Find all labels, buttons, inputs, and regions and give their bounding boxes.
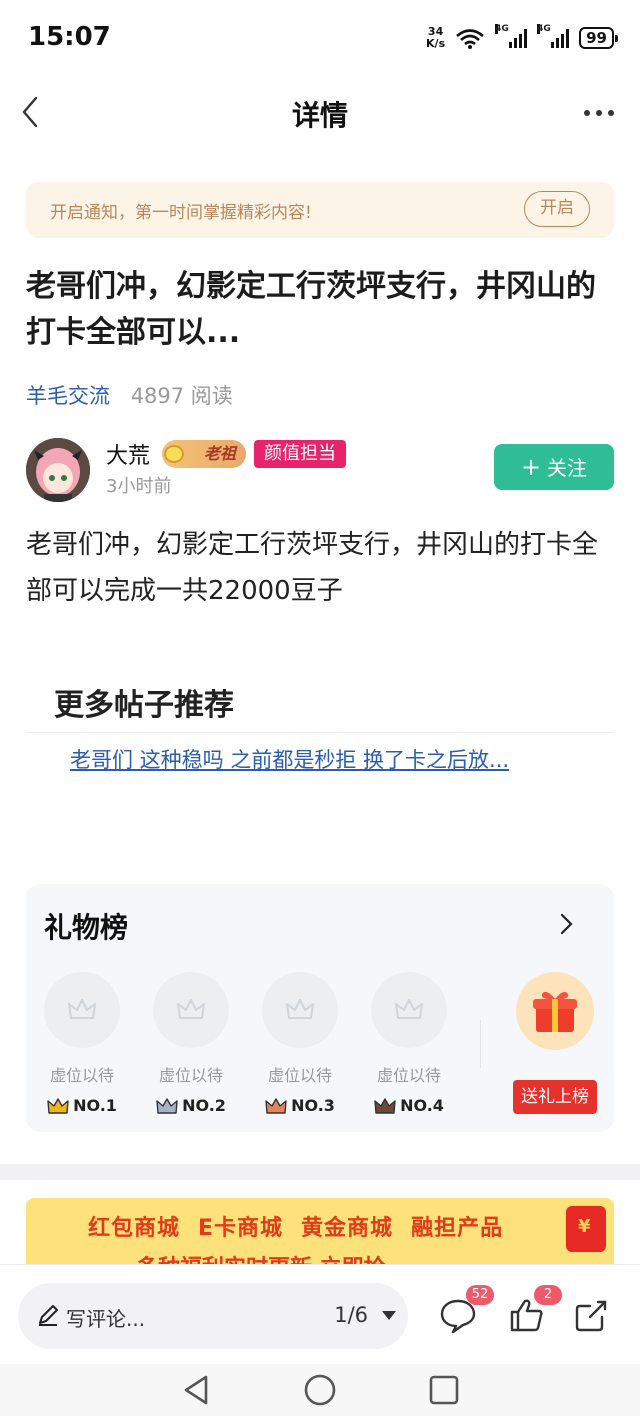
crown-outline-icon	[286, 999, 314, 1019]
rank-label: NO.3	[262, 1096, 338, 1115]
empty-slot	[153, 972, 229, 1048]
ad-items: 红包商城 E卡商城 黄金商城 融担产品	[88, 1210, 503, 1242]
signal-icon: 4G	[495, 24, 528, 48]
post-time: 3小时前	[106, 476, 172, 497]
comment-placeholder: 写评论...	[66, 1307, 146, 1331]
ad-item: 融担产品	[411, 1216, 504, 1241]
rank-label: NO.4	[371, 1096, 447, 1115]
empty-slot	[262, 972, 338, 1048]
gift-icon[interactable]	[516, 972, 594, 1050]
follow-button[interactable]: + 关注	[494, 444, 614, 490]
section-separator	[0, 1164, 640, 1180]
gift-board-title: 礼物榜	[44, 911, 129, 944]
notification-banner: 开启通知，第一时间掌握精彩内容! 开启	[26, 182, 614, 238]
more-posts-heading: 更多帖子推荐	[54, 688, 234, 723]
crown-gold-icon	[47, 1097, 69, 1114]
recents-square-icon[interactable]	[426, 1372, 462, 1408]
author-row: 大荒 老祖 颜值担当 3小时前 + 关注	[26, 436, 614, 506]
chevron-right-icon[interactable]	[556, 912, 576, 936]
status-bar: 15:07 34 K/s 4G 4G 99	[0, 0, 640, 80]
crown-outline-icon	[177, 999, 205, 1019]
comment-input[interactable]: 写评论... 1/6	[18, 1283, 408, 1349]
send-gift-button[interactable]: 送礼上榜	[513, 1080, 597, 1114]
avatar-image	[26, 438, 90, 502]
pen-icon	[39, 1305, 58, 1326]
rank-label: NO.2	[153, 1096, 229, 1115]
gift-box-icon	[533, 991, 577, 1032]
bottom-action-bar: 写评论... 1/6 52 2	[0, 1264, 640, 1364]
nav-bar: 详情	[0, 80, 640, 146]
comment-count-badge: 52	[466, 1285, 494, 1305]
crown-outline-icon	[395, 999, 423, 1019]
crown-outline-icon	[68, 999, 96, 1019]
red-envelope-icon	[566, 1206, 606, 1252]
category-link[interactable]: 羊毛交流	[26, 384, 110, 408]
gift-slot-4[interactable]: 虚位以待 NO.4	[371, 972, 447, 1115]
gift-board: 礼物榜 虚位以待 NO.1 虚位以待 NO.2 虚位以待 NO.3 虚位以待 N…	[26, 884, 614, 1132]
back-triangle-icon[interactable]	[178, 1372, 214, 1408]
empty-slot	[371, 972, 447, 1048]
plus-icon: +	[520, 453, 542, 481]
wifi-icon	[456, 29, 484, 49]
network-speed: 34 K/s	[426, 25, 446, 50]
page-indicator[interactable]: 1/6	[334, 1303, 368, 1327]
enable-notification-button[interactable]: 开启	[524, 191, 590, 227]
more-dots-icon[interactable]	[584, 110, 614, 116]
post-body: 老哥们冲，幻影定工行茨坪支行，井冈山的打卡全部可以完成一共22000豆子	[26, 530, 599, 606]
post-meta: 羊毛交流 4897 阅读	[26, 380, 233, 410]
divider	[26, 732, 614, 733]
ad-item: E卡商城	[198, 1216, 284, 1241]
gift-slot-3[interactable]: 虚位以待 NO.3	[262, 972, 338, 1115]
read-count: 4897 阅读	[130, 384, 233, 408]
page-title: 详情	[291, 99, 348, 132]
like-count-badge: 2	[534, 1285, 562, 1305]
status-time: 15:07	[28, 22, 111, 52]
coin-icon	[164, 445, 184, 463]
recommended-post-link[interactable]: 老哥们 这种稳吗 之前都是秒拒 换了卡之后放...	[70, 744, 590, 774]
ad-item: 红包商城	[88, 1216, 181, 1241]
title-badge: 颜值担当	[254, 440, 346, 468]
empty-slot	[44, 972, 120, 1048]
gift-slot-2[interactable]: 虚位以待 NO.2	[153, 972, 229, 1115]
battery-icon: 99	[579, 27, 618, 49]
ad-item: 黄金商城	[301, 1216, 394, 1241]
signal-icon: 4G	[537, 24, 570, 48]
caret-down-icon[interactable]	[382, 1311, 396, 1320]
status-icons: 34 K/s 4G 4G 99	[426, 24, 618, 50]
share-icon[interactable]	[572, 1295, 612, 1335]
level-badge: 老祖	[162, 440, 246, 468]
crown-silver-icon	[156, 1097, 178, 1114]
system-nav-bar	[0, 1364, 640, 1416]
rank-label: NO.1	[44, 1096, 120, 1115]
home-circle-icon[interactable]	[302, 1372, 338, 1408]
crown-dark-icon	[374, 1097, 396, 1114]
author-name[interactable]: 大荒	[106, 438, 150, 470]
notification-text: 开启通知，第一时间掌握精彩内容!	[50, 203, 312, 223]
avatar[interactable]	[26, 438, 90, 502]
post-title: 老哥们冲，幻影定工行茨坪支行，井冈山的打卡全部可以...	[26, 269, 596, 350]
divider	[480, 1020, 481, 1068]
gift-slot-1[interactable]: 虚位以待 NO.1	[44, 972, 120, 1115]
crown-bronze-icon	[265, 1097, 287, 1114]
